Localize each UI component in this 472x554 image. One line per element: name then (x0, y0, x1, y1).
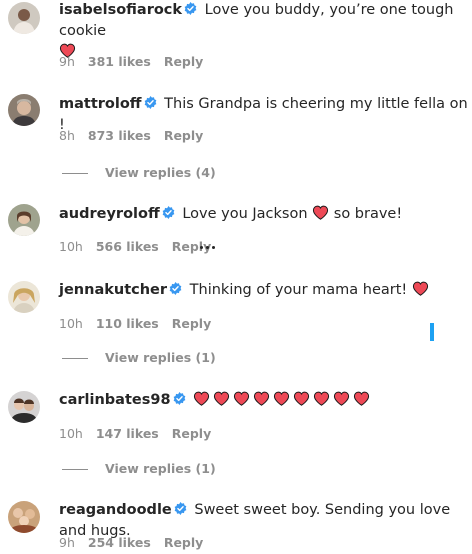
comment-text: Love you Jackson (182, 206, 308, 222)
verified-badge-icon (174, 502, 187, 515)
username[interactable]: mattroloff (59, 96, 142, 112)
avatar[interactable] (8, 2, 40, 34)
timestamp: 10h (59, 239, 83, 254)
comment-text: Thinking of your mama heart! (189, 282, 408, 298)
red-heart-icon (273, 391, 290, 406)
username[interactable]: isabelsofiarock (59, 2, 182, 18)
view-replies-label: View replies (1) (105, 350, 216, 365)
avatar[interactable] (8, 94, 40, 126)
verified-badge-icon (184, 2, 197, 15)
likes-count[interactable]: 110 likes (96, 316, 159, 331)
likes-count[interactable]: 873 likes (88, 128, 151, 143)
timestamp: 8h (59, 128, 75, 143)
view-replies-label: View replies (1) (105, 461, 216, 476)
avatar[interactable] (8, 281, 40, 313)
avatar[interactable] (8, 391, 40, 423)
likes-count[interactable]: 147 likes (96, 426, 159, 441)
avatar[interactable] (8, 204, 40, 236)
red-heart-icon (293, 391, 310, 406)
reply-button[interactable]: Reply (164, 54, 203, 69)
timestamp: 9h (59, 54, 75, 69)
red-heart-icon (412, 281, 429, 296)
red-heart-icon (253, 391, 270, 406)
red-heart-icon (353, 391, 370, 406)
likes-count[interactable]: 381 likes (88, 54, 151, 69)
divider (62, 469, 88, 470)
timestamp: 10h (59, 316, 83, 331)
red-heart-icon (312, 205, 329, 220)
red-heart-icon (213, 391, 230, 406)
timestamp: 10h (59, 426, 83, 441)
likes-count[interactable]: 254 likes (88, 535, 151, 550)
divider (62, 358, 88, 359)
verified-badge-icon (162, 206, 175, 219)
verified-badge-icon (169, 282, 182, 295)
likes-count[interactable]: 566 likes (96, 239, 159, 254)
red-heart-icon (333, 391, 350, 406)
hearts-row (193, 392, 370, 408)
view-replies-label: View replies (4) (105, 165, 216, 180)
red-heart-icon (313, 391, 330, 406)
avatar[interactable] (8, 501, 40, 533)
username[interactable]: reagandoodle (59, 502, 172, 518)
username[interactable]: jennakutcher (59, 282, 167, 298)
reply-button[interactable]: Reply (164, 128, 203, 143)
more-options-icon[interactable] (200, 246, 216, 250)
reply-button[interactable]: Reply (172, 426, 211, 441)
scrollbar-thumb[interactable] (430, 323, 434, 341)
timestamp: 9h (59, 535, 75, 550)
comment-text-continued: so brave! (333, 206, 403, 222)
reply-button[interactable]: Reply (172, 316, 211, 331)
red-heart-icon (233, 391, 250, 406)
red-heart-icon (193, 391, 210, 406)
username[interactable]: audreyroloff (59, 206, 160, 222)
username[interactable]: carlinbates98 (59, 392, 171, 408)
reply-button[interactable]: Reply (164, 535, 203, 550)
verified-badge-icon (173, 392, 186, 405)
divider (62, 173, 88, 174)
verified-badge-icon (144, 96, 157, 109)
